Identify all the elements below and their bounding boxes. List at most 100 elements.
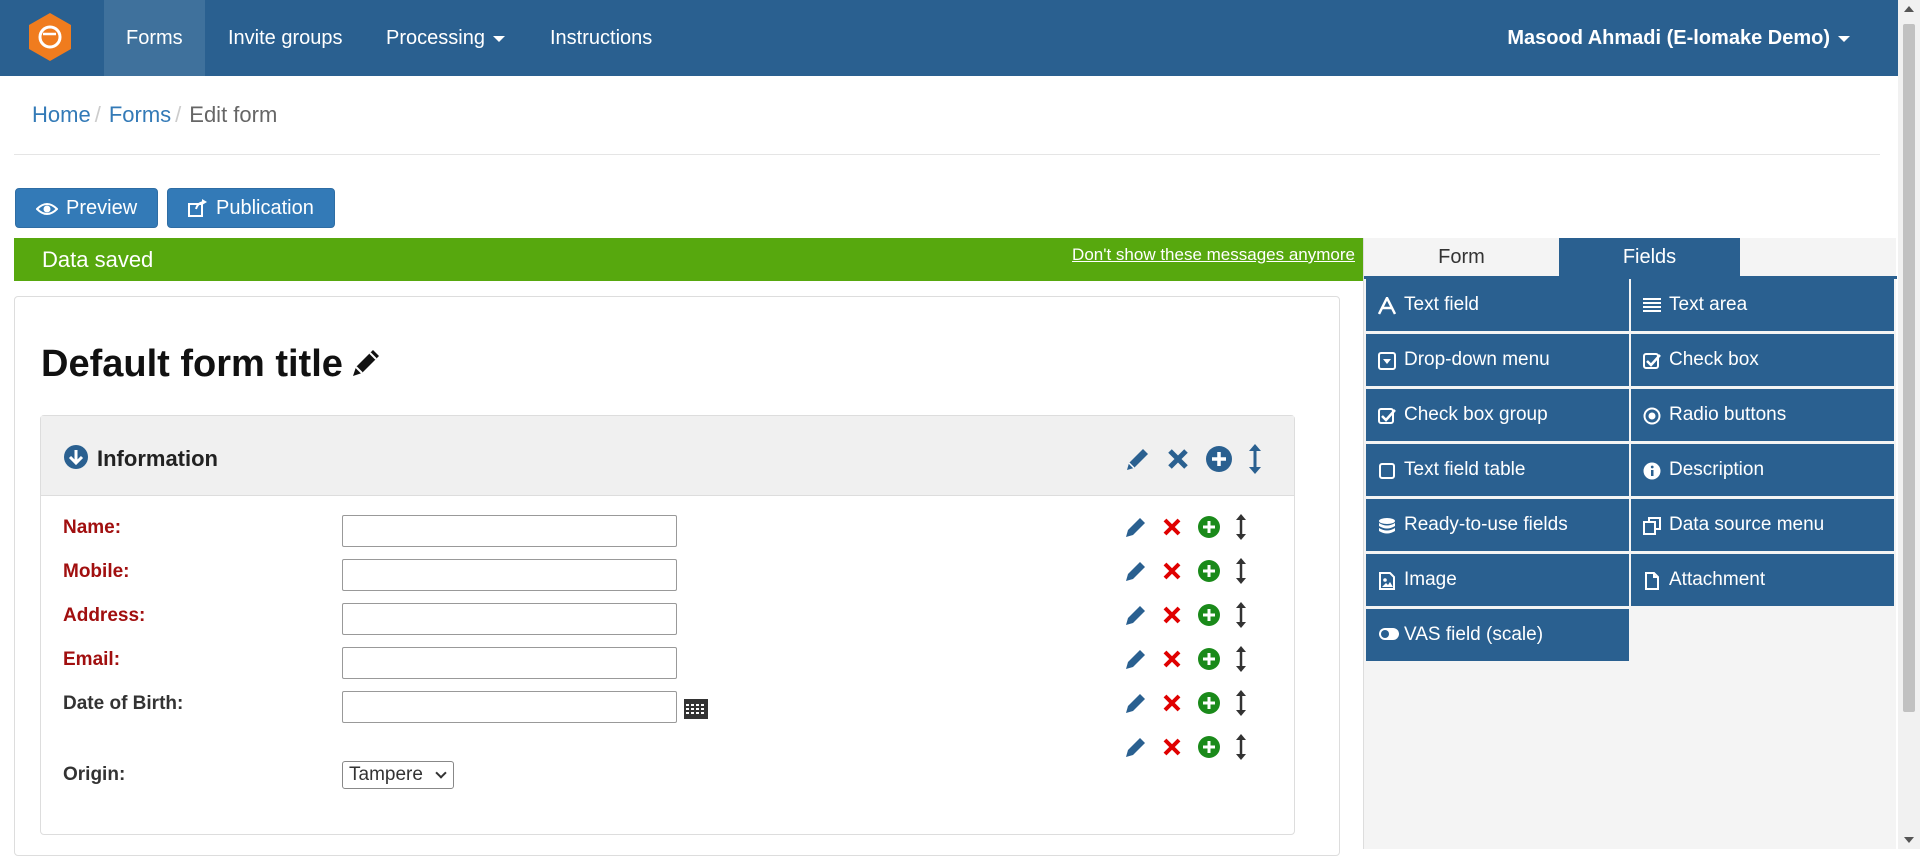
tab-form[interactable]: Form — [1364, 238, 1559, 276]
data-saved-alert: Data saved Don't show these messages any… — [14, 238, 1363, 281]
file-icon — [1645, 572, 1659, 590]
delete-x-icon[interactable] — [1161, 604, 1183, 626]
nav-invite-groups[interactable]: Invite groups — [206, 0, 365, 76]
delete-x-icon[interactable] — [1161, 648, 1183, 670]
square-icon — [1379, 463, 1395, 479]
field-label-origin: Origin: — [63, 764, 126, 785]
edit-pencil-icon[interactable] — [1124, 735, 1148, 759]
edit-pencil-icon[interactable] — [1124, 515, 1148, 539]
add-circle-icon[interactable] — [1197, 691, 1221, 715]
add-circle-icon[interactable] — [1197, 559, 1221, 583]
delete-x-icon[interactable] — [1161, 516, 1183, 538]
address-input[interactable] — [342, 603, 677, 635]
scroll-down-arrow[interactable] — [1904, 837, 1914, 843]
name-input[interactable] — [342, 515, 677, 547]
delete-x-icon[interactable] — [1161, 736, 1183, 758]
breadcrumb-forms[interactable]: Forms — [109, 102, 171, 127]
edit-pencil-icon[interactable] — [1124, 691, 1148, 715]
move-vertical-icon[interactable] — [1246, 442, 1264, 476]
image-icon — [1379, 572, 1395, 590]
row-tools — [1124, 689, 1257, 717]
font-icon — [1378, 297, 1396, 315]
row-tools — [1124, 557, 1257, 585]
add-circle-icon[interactable] — [1197, 603, 1221, 627]
move-vertical-icon[interactable] — [1234, 645, 1248, 673]
eye-icon — [35, 203, 59, 215]
add-attachment-button[interactable]: Attachment — [1631, 554, 1894, 606]
field-label-mobile: Mobile: — [63, 561, 130, 582]
vertical-scrollbar[interactable] — [1898, 0, 1920, 849]
add-data-source-menu-button[interactable]: Data source menu — [1631, 499, 1894, 551]
dismiss-messages-link[interactable]: Don't show these messages anymore — [1072, 245, 1355, 265]
app-logo[interactable] — [25, 12, 75, 62]
section-information: Information Name: Mobile: Address: Email… — [40, 415, 1295, 835]
edit-pencil-icon[interactable] — [1124, 647, 1148, 671]
scroll-up-arrow[interactable] — [1904, 6, 1914, 12]
publication-button[interactable]: Publication — [167, 188, 335, 228]
add-circle-icon[interactable] — [1197, 515, 1221, 539]
move-vertical-icon[interactable] — [1234, 689, 1248, 717]
section-header: Information — [41, 416, 1294, 496]
add-text-field-table-button[interactable]: Text field table — [1366, 444, 1629, 496]
nav-forms[interactable]: Forms — [104, 0, 205, 76]
breadcrumb: Home / Forms / Edit form — [32, 102, 277, 128]
add-description-button[interactable]: Description — [1631, 444, 1894, 496]
share-icon — [188, 199, 207, 217]
add-radio-buttons-button[interactable]: Radio buttons — [1631, 389, 1894, 441]
row-tools — [1124, 513, 1257, 541]
add-circle-icon[interactable] — [1197, 647, 1221, 671]
delete-x-icon[interactable] — [1161, 560, 1183, 582]
user-menu[interactable]: Masood Ahmadi (E-lomake Demo) — [1507, 0, 1850, 76]
move-vertical-icon[interactable] — [1234, 601, 1248, 629]
delete-x-icon[interactable] — [1161, 692, 1183, 714]
pencil-icon[interactable] — [349, 346, 383, 380]
row-tools — [1124, 733, 1257, 761]
field-label-name: Name: — [63, 517, 122, 538]
add-check-box-button[interactable]: Check box — [1631, 334, 1894, 386]
divider — [14, 154, 1880, 155]
add-text-field-button[interactable]: Text field — [1366, 279, 1629, 331]
alert-text: Data saved — [42, 247, 154, 272]
collapse-arrow-icon[interactable] — [63, 444, 89, 470]
radio-icon — [1643, 407, 1661, 425]
section-title: Information — [97, 446, 218, 471]
row-tools — [1124, 645, 1257, 673]
copy-icon — [1643, 517, 1661, 535]
breadcrumb-separator: / — [94, 102, 101, 127]
move-vertical-icon[interactable] — [1234, 513, 1248, 541]
section-tools — [1124, 442, 1273, 476]
edit-pencil-icon[interactable] — [1124, 603, 1148, 627]
field-label-email: Email: — [63, 649, 121, 670]
add-image-button[interactable]: Image — [1366, 554, 1629, 606]
email-input[interactable] — [342, 647, 677, 679]
add-ready-to-use-fields-button[interactable]: Ready-to-use fields — [1366, 499, 1629, 551]
add-circle-icon[interactable] — [1197, 735, 1221, 759]
edit-pencil-icon[interactable] — [1124, 445, 1152, 473]
toggle-icon — [1379, 628, 1399, 640]
move-vertical-icon[interactable] — [1234, 557, 1248, 585]
scroll-thumb[interactable] — [1903, 24, 1915, 712]
add-circle-icon[interactable] — [1205, 445, 1233, 473]
add-vas-field-button[interactable]: VAS field (scale) — [1366, 609, 1629, 661]
mobile-input[interactable] — [342, 559, 677, 591]
add-dropdown-menu-button[interactable]: Drop-down menu — [1366, 334, 1629, 386]
calendar-icon[interactable] — [684, 699, 708, 719]
form-editor-card: Default form title Information Name: Mob… — [14, 296, 1340, 856]
nav-processing[interactable]: Processing — [364, 0, 527, 76]
add-check-box-group-button[interactable]: Check box group — [1366, 389, 1629, 441]
origin-select[interactable]: Tampere — [342, 761, 454, 789]
add-text-area-button[interactable]: Text area — [1631, 279, 1894, 331]
move-vertical-icon[interactable] — [1234, 733, 1248, 761]
delete-x-icon[interactable] — [1165, 446, 1191, 472]
breadcrumb-home[interactable]: Home — [32, 102, 91, 127]
preview-button[interactable]: Preview — [15, 188, 159, 228]
tab-fields[interactable]: Fields — [1559, 238, 1740, 276]
date-of-birth-input[interactable] — [342, 691, 677, 723]
caret-down-icon — [1838, 35, 1850, 42]
edit-pencil-icon[interactable] — [1124, 559, 1148, 583]
field-label-date-of-birth: Date of Birth: — [63, 693, 184, 714]
row-tools — [1124, 601, 1257, 629]
nav-instructions[interactable]: Instructions — [528, 0, 674, 76]
checkbox-icon — [1378, 408, 1396, 424]
lines-icon — [1643, 298, 1661, 312]
